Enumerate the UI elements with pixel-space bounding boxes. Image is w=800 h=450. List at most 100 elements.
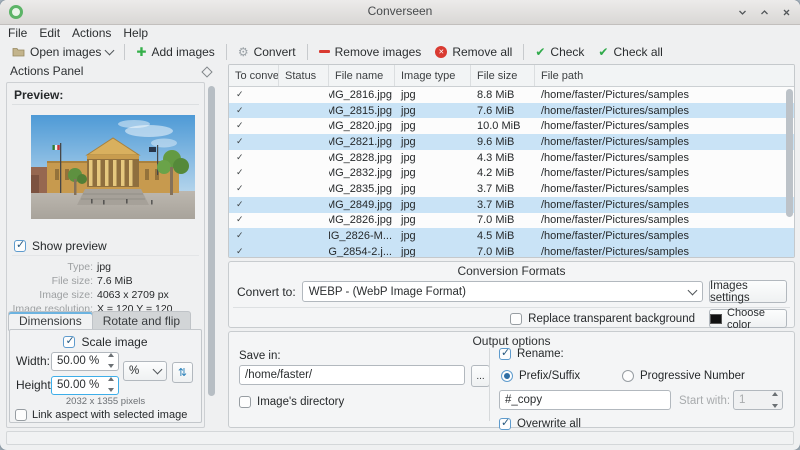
cell-status: [279, 165, 329, 181]
row-check-icon[interactable]: ✓: [229, 228, 279, 244]
file-size-label: File size:: [51, 275, 93, 287]
row-check-icon[interactable]: ✓: [229, 181, 279, 197]
cell-file-path: /home/faster/Pictures/samples: [541, 182, 689, 195]
tab-rotate-and-flip[interactable]: Rotate and flip: [91, 311, 192, 331]
images-directory-checkbox[interactable]: ✓: [239, 396, 251, 408]
dock-scrollbar[interactable]: [208, 84, 215, 424]
cell-file-name: IMG_2828.jpg: [329, 151, 392, 164]
header-file-size[interactable]: File size: [471, 65, 535, 86]
row-check-icon[interactable]: ✓: [229, 244, 279, 257]
dock-float-icon[interactable]: [201, 66, 213, 78]
table-row[interactable]: ✓ IMG_2826-M... jpg 4.5 MiB /home/faster…: [229, 228, 794, 244]
header-status[interactable]: Status: [279, 65, 329, 86]
scrollbar-thumb[interactable]: [786, 89, 793, 217]
check-all-button[interactable]: ✔ Check all: [591, 43, 669, 61]
progressive-number-radio[interactable]: [622, 370, 634, 382]
window-title: Converseen: [367, 4, 433, 18]
scrollbar-thumb[interactable]: [208, 86, 215, 396]
remove-images-button[interactable]: Remove images: [312, 43, 429, 61]
close-button[interactable]: [778, 4, 794, 20]
rename-pattern-input[interactable]: [499, 390, 671, 410]
row-check-icon[interactable]: ✓: [229, 103, 279, 119]
replace-transparent-checkbox[interactable]: ✓: [510, 312, 523, 325]
cell-status: [279, 87, 329, 103]
maximize-button[interactable]: [756, 4, 772, 20]
rename-checkbox[interactable]: ✓: [499, 347, 511, 360]
row-check-icon[interactable]: ✓: [229, 134, 279, 150]
unit-combobox[interactable]: %: [123, 361, 167, 381]
height-spinner[interactable]: [51, 375, 119, 395]
table-row[interactable]: ✓ IMG_2820.jpg jpg 10.0 MiB /home/faster…: [229, 118, 794, 134]
header-file-name[interactable]: File name: [329, 65, 395, 86]
table-row[interactable]: ✓ IMG_2835.jpg jpg 3.7 MiB /home/faster/…: [229, 181, 794, 197]
menu-actions[interactable]: Actions: [72, 26, 111, 40]
cell-file-path: /home/faster/Pictures/samples: [541, 198, 689, 211]
check-button[interactable]: ✔ Check: [528, 43, 591, 61]
height-label: Height:: [16, 378, 55, 392]
table-scrollbar[interactable]: [786, 87, 793, 255]
chevron-down-icon: [104, 45, 115, 55]
cell-image-type: jpg: [401, 182, 416, 195]
cell-file-size: 7.0 MiB: [477, 245, 515, 258]
header-image-type[interactable]: Image type: [395, 65, 471, 86]
remove-all-button[interactable]: ✕ Remove all: [428, 43, 519, 61]
spinner-arrows-icon[interactable]: [106, 353, 116, 368]
row-check-icon[interactable]: ✓: [229, 118, 279, 134]
table-row[interactable]: ✓ IMG_2854-2.j... jpg 7.0 MiB /home/fast…: [229, 243, 794, 258]
toolbar: Open images ✚ Add images ⚙ Convert Remov…: [0, 41, 800, 62]
check-all-icon: ✔: [598, 44, 609, 59]
show-preview-checkbox[interactable]: ✓: [14, 239, 26, 252]
choose-color-button[interactable]: Choose color: [709, 307, 787, 331]
table-row[interactable]: ✓ IMG_2832.jpg jpg 4.2 MiB /home/faster/…: [229, 165, 794, 181]
converseen-window: Converseen File Edit Actions Help Open i…: [0, 0, 800, 450]
table-row[interactable]: ✓ IMG_2828.jpg jpg 4.3 MiB /home/faster/…: [229, 150, 794, 166]
row-check-icon[interactable]: ✓: [229, 165, 279, 181]
format-combobox[interactable]: WEBP - (WebP Image Format): [301, 281, 703, 302]
cell-status: [279, 244, 329, 257]
spinner-arrows-icon[interactable]: [106, 377, 116, 392]
scale-image-checkbox[interactable]: ✓: [63, 335, 76, 348]
actions-panel-title: Actions Panel: [10, 64, 84, 78]
row-check-icon[interactable]: ✓: [229, 197, 279, 213]
menu-file[interactable]: File: [8, 26, 27, 40]
actions-panel: Preview: ✓ Show preview Type: jpg File s…: [6, 82, 205, 428]
header-to-convert[interactable]: To convert: [229, 65, 279, 86]
start-with-spinner: [733, 390, 783, 410]
add-icon: ✚: [136, 44, 147, 59]
overwrite-all-checkbox[interactable]: ✓: [499, 417, 511, 430]
cell-file-name: IMG_2849.jpg: [329, 198, 392, 211]
row-check-icon[interactable]: ✓: [229, 150, 279, 166]
dock-tabs: Dimensions Rotate and flip: [8, 311, 192, 331]
images-settings-button[interactable]: Images settings: [709, 280, 787, 304]
save-in-input[interactable]: [239, 365, 465, 385]
tab-dimensions[interactable]: Dimensions: [8, 311, 93, 331]
cell-file-name: IMG_2854-2.j...: [329, 245, 392, 258]
table-row[interactable]: ✓ IMG_2816.jpg jpg 8.8 MiB /home/faster/…: [229, 87, 794, 103]
statusbar: [6, 431, 794, 445]
add-images-button[interactable]: ✚ Add images: [129, 43, 221, 61]
dimensions-group: ✓ Scale image Width: Height: % ⇅ 2032 x …: [9, 329, 202, 423]
remove-icon: [318, 50, 330, 53]
menu-help[interactable]: Help: [123, 26, 148, 40]
prefix-suffix-radio[interactable]: [501, 370, 513, 382]
table-row[interactable]: ✓ IMG_2826.jpg jpg 7.0 MiB /home/faster/…: [229, 213, 794, 229]
conversion-formats-title: Conversion Formats: [457, 264, 566, 278]
browse-button[interactable]: ...: [471, 365, 490, 387]
cell-file-size: 4.2 MiB: [477, 167, 515, 180]
row-check-icon[interactable]: ✓: [229, 213, 279, 229]
row-check-icon[interactable]: ✓: [229, 87, 279, 103]
menu-edit[interactable]: Edit: [39, 26, 60, 40]
cell-image-type: jpg: [401, 198, 416, 211]
open-images-button[interactable]: Open images: [5, 43, 120, 61]
table-row[interactable]: ✓ IMG_2821.jpg jpg 9.6 MiB /home/faster/…: [229, 134, 794, 150]
link-aspect-checkbox[interactable]: ✓: [15, 409, 27, 421]
toolbar-separator: [523, 43, 525, 60]
header-file-path[interactable]: File path: [535, 65, 794, 86]
width-spinner[interactable]: [51, 351, 119, 371]
minimize-button[interactable]: [734, 4, 750, 20]
swap-dimensions-button[interactable]: ⇅: [172, 362, 193, 383]
type-label: Type:: [67, 261, 93, 273]
table-row[interactable]: ✓ IMG_2849.jpg jpg 3.7 MiB /home/faster/…: [229, 196, 794, 213]
table-row[interactable]: ✓ IMG_2815.jpg jpg 7.6 MiB /home/faster/…: [229, 102, 794, 119]
convert-button[interactable]: ⚙ Convert: [231, 43, 303, 61]
